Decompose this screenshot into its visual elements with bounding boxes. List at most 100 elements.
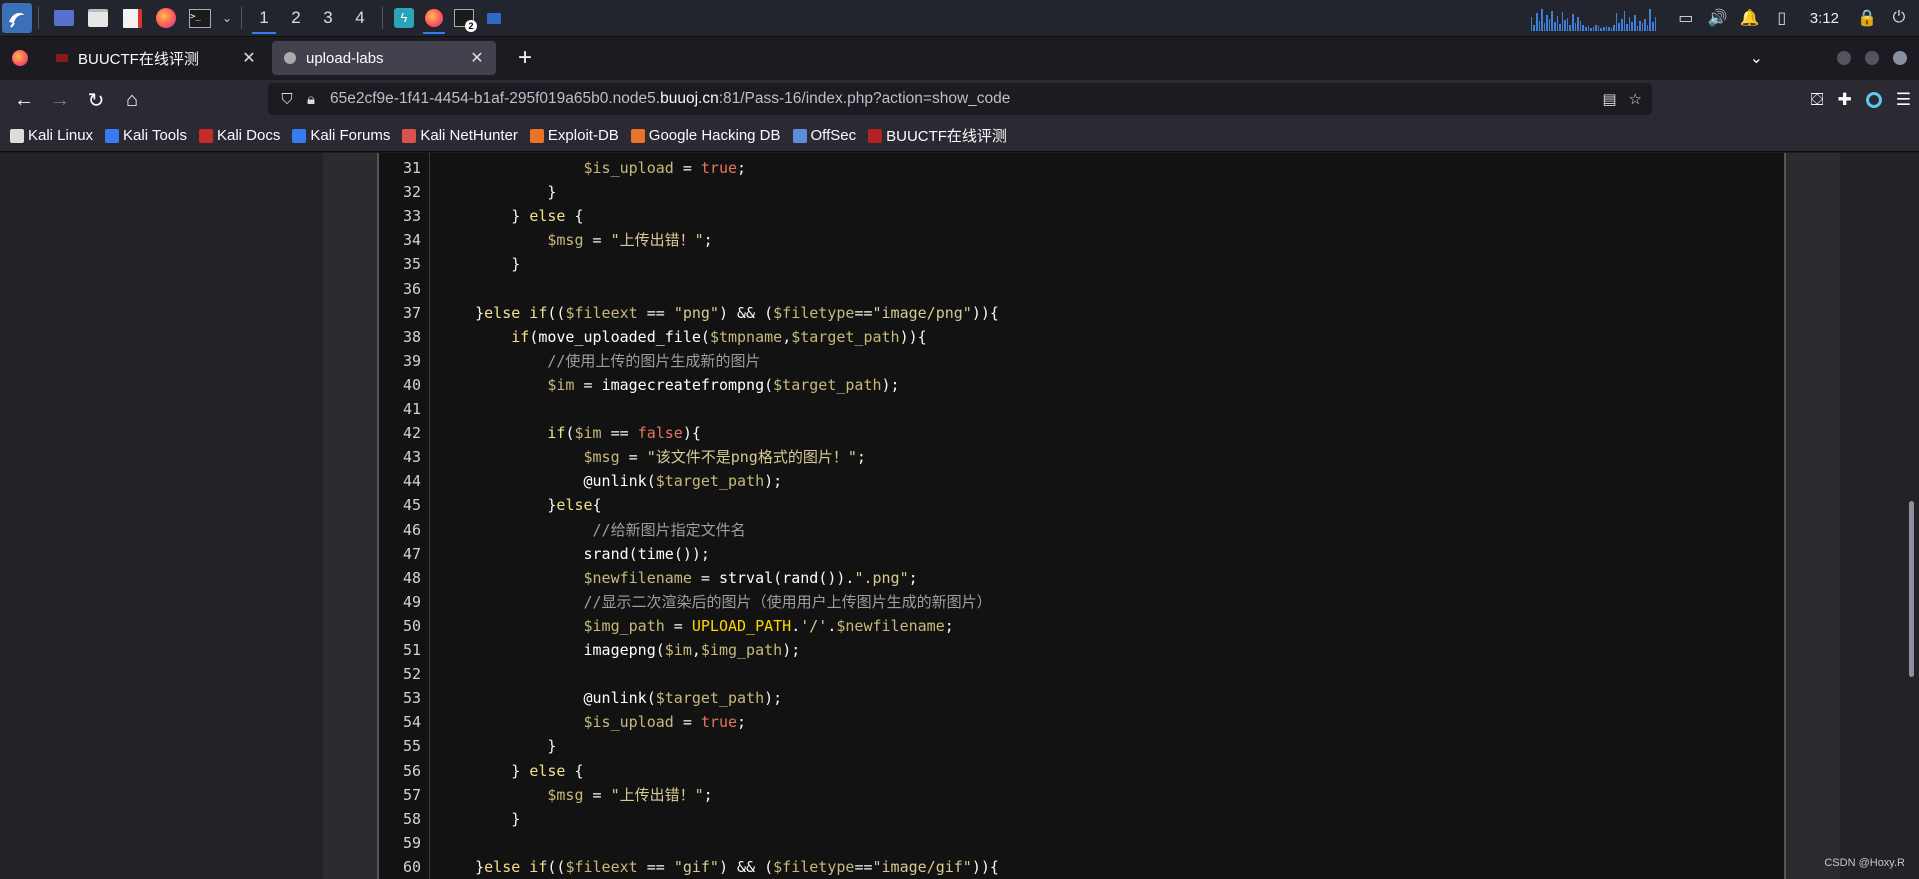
tab-buuctf[interactable]: BUUCTF在线评测 ✕ bbox=[44, 41, 268, 75]
code-token: ); bbox=[764, 689, 783, 708]
close-window-icon[interactable] bbox=[1893, 51, 1907, 65]
workspace-1[interactable]: 1 bbox=[248, 0, 280, 36]
workspace-4[interactable]: 4 bbox=[344, 0, 376, 36]
forward-arrow-icon[interactable]: → bbox=[42, 82, 78, 118]
code-line: } else { bbox=[439, 204, 583, 228]
workspace-3[interactable]: 3 bbox=[312, 0, 344, 36]
maximize-window-icon[interactable] bbox=[1865, 51, 1879, 65]
battery-icon[interactable]: ▯ bbox=[1772, 8, 1792, 28]
site-info-icon[interactable]: 🔒︎ bbox=[300, 91, 322, 108]
cpu-graph-bar bbox=[1602, 27, 1605, 31]
code-line: //给新图片指定文件名 bbox=[439, 518, 746, 542]
home-icon[interactable]: ⌂ bbox=[114, 82, 150, 118]
code-line: @unlink($target_path); bbox=[439, 469, 783, 493]
kali-menu-icon[interactable] bbox=[2, 3, 32, 33]
bookmark-item[interactable]: Kali Docs bbox=[198, 127, 280, 144]
bookmark-favicon-icon bbox=[868, 128, 883, 143]
code-viewer: 31 32 33 34 35 36 37 38 39 40 41 42 43 44 45 46 47 48 49 50… bbox=[377, 153, 1786, 879]
reload-icon[interactable]: ↻ bbox=[78, 82, 114, 118]
terminal-launcher-icon[interactable]: >_ bbox=[185, 3, 215, 33]
bookmark-item[interactable]: Kali NetHunter bbox=[402, 127, 518, 144]
volume-icon[interactable]: 🔊 bbox=[1708, 8, 1728, 28]
tracking-shield-icon[interactable]: ⛉ bbox=[276, 91, 298, 108]
scrollbar-thumb[interactable] bbox=[1909, 501, 1914, 677]
cpu-graph-bar bbox=[1582, 25, 1584, 31]
minimize-window-icon[interactable] bbox=[1837, 51, 1851, 65]
firefox-view-icon[interactable] bbox=[0, 37, 40, 79]
bookmark-item[interactable]: OffSec bbox=[792, 127, 856, 144]
cpu-graph-bar bbox=[1577, 17, 1579, 31]
back-arrow-icon[interactable]: ← bbox=[6, 82, 42, 118]
display-icon[interactable]: ▭ bbox=[1676, 8, 1696, 28]
cpu-graph-bar bbox=[1572, 14, 1574, 31]
task-window-icon[interactable] bbox=[479, 0, 509, 36]
bookmark-item[interactable]: Google Hacking DB bbox=[630, 127, 781, 144]
code-token: } bbox=[439, 207, 530, 226]
cpu-graph-bar bbox=[1618, 23, 1621, 31]
bookmark-item[interactable]: Kali Tools bbox=[105, 127, 187, 144]
cpu-graph-bar bbox=[1639, 21, 1641, 31]
bookmark-item[interactable]: Kali Forums bbox=[292, 127, 390, 144]
notifications-icon[interactable]: 🔔 bbox=[1740, 8, 1760, 28]
cpu-graph-bar bbox=[1641, 23, 1644, 31]
code-token: ; bbox=[737, 159, 747, 177]
url-text[interactable]: 65e2cf9e-1f41-4454-b1af-295f019a65b0.nod… bbox=[330, 90, 1010, 108]
task-burp-icon[interactable]: ϟ bbox=[389, 0, 419, 36]
cpu-graph-bar bbox=[1561, 12, 1564, 31]
code-line: srand(time()); bbox=[439, 542, 710, 566]
chevron-down-icon[interactable]: ⌄ bbox=[219, 3, 235, 33]
bookmark-favicon-icon bbox=[105, 128, 120, 143]
bookmark-star-icon[interactable]: ☆ bbox=[1629, 90, 1642, 108]
close-icon[interactable]: ✕ bbox=[240, 48, 258, 68]
bookmark-item[interactable]: Exploit-DB bbox=[529, 127, 619, 144]
tab-label: BUUCTF在线评测 bbox=[78, 50, 199, 68]
tab-label: upload-labs bbox=[306, 49, 384, 67]
power-icon[interactable]: ⏻ bbox=[1889, 9, 1909, 27]
cpu-graph-bar bbox=[1621, 19, 1623, 31]
code-line: $msg = "上传出错！"; bbox=[439, 228, 712, 252]
bookmark-item[interactable]: Kali Linux bbox=[10, 127, 93, 144]
code-token: } bbox=[439, 183, 557, 202]
reader-view-icon[interactable]: ▤ bbox=[1602, 90, 1616, 108]
code-token: '/' bbox=[800, 616, 828, 635]
code-token: ( bbox=[773, 568, 783, 587]
lock-icon[interactable]: 🔒 bbox=[1857, 8, 1877, 28]
show-desktop-icon[interactable] bbox=[49, 3, 79, 33]
code-line: if(move_uploaded_file($tmpname,$target_p… bbox=[439, 325, 926, 349]
close-icon[interactable]: ✕ bbox=[468, 48, 486, 68]
cpu-graph-bar bbox=[1546, 15, 1548, 31]
tab-upload-labs[interactable]: upload-labs ✕ bbox=[272, 41, 496, 75]
line-number: 53 bbox=[402, 689, 421, 708]
line-number: 41 bbox=[402, 400, 421, 418]
line-number: 50 bbox=[402, 616, 421, 635]
text-editor-icon[interactable] bbox=[117, 3, 147, 33]
code-token: { bbox=[592, 496, 602, 515]
cpu-graph-bar bbox=[1631, 22, 1633, 31]
line-number: 40 bbox=[402, 375, 421, 394]
pocket-icon[interactable]: ⛋ bbox=[1811, 90, 1824, 110]
cpu-graph-bar bbox=[1579, 21, 1582, 31]
code-token: )) bbox=[971, 857, 990, 876]
file-manager-icon[interactable] bbox=[83, 3, 113, 33]
task-terminal-icon[interactable]: 2 bbox=[449, 0, 479, 36]
task-firefox-icon[interactable] bbox=[419, 0, 449, 36]
workspace-2[interactable]: 2 bbox=[280, 0, 312, 36]
bookmark-favicon-icon bbox=[792, 128, 807, 143]
bookmark-item[interactable]: BUUCTF在线评测 bbox=[868, 125, 1007, 146]
new-tab-plus-icon[interactable]: + bbox=[512, 44, 538, 72]
top-panel: >_ ⌄ 1 2 3 4 ϟ 2 ▭ 🔊 🔔 ▯ 3:12 🔒 ⏻ bbox=[0, 0, 1919, 37]
extensions-icon[interactable]: ✚ bbox=[1838, 90, 1852, 110]
url-bar[interactable]: ⛉ 🔒︎ 65e2cf9e-1f41-4454-b1af-295f019a65b… bbox=[268, 83, 1652, 115]
list-all-tabs-chevron-icon[interactable]: ⌄ bbox=[1750, 48, 1763, 68]
panel-separator bbox=[382, 7, 383, 29]
code-token: ; bbox=[856, 448, 866, 467]
hamburger-menu-icon[interactable]: ☰ bbox=[1896, 90, 1911, 110]
account-icon[interactable] bbox=[1865, 92, 1882, 108]
cpu-graph-bar bbox=[1548, 19, 1551, 31]
clock[interactable]: 3:12 bbox=[1810, 10, 1839, 27]
firefox-launcher-icon[interactable] bbox=[151, 3, 181, 33]
